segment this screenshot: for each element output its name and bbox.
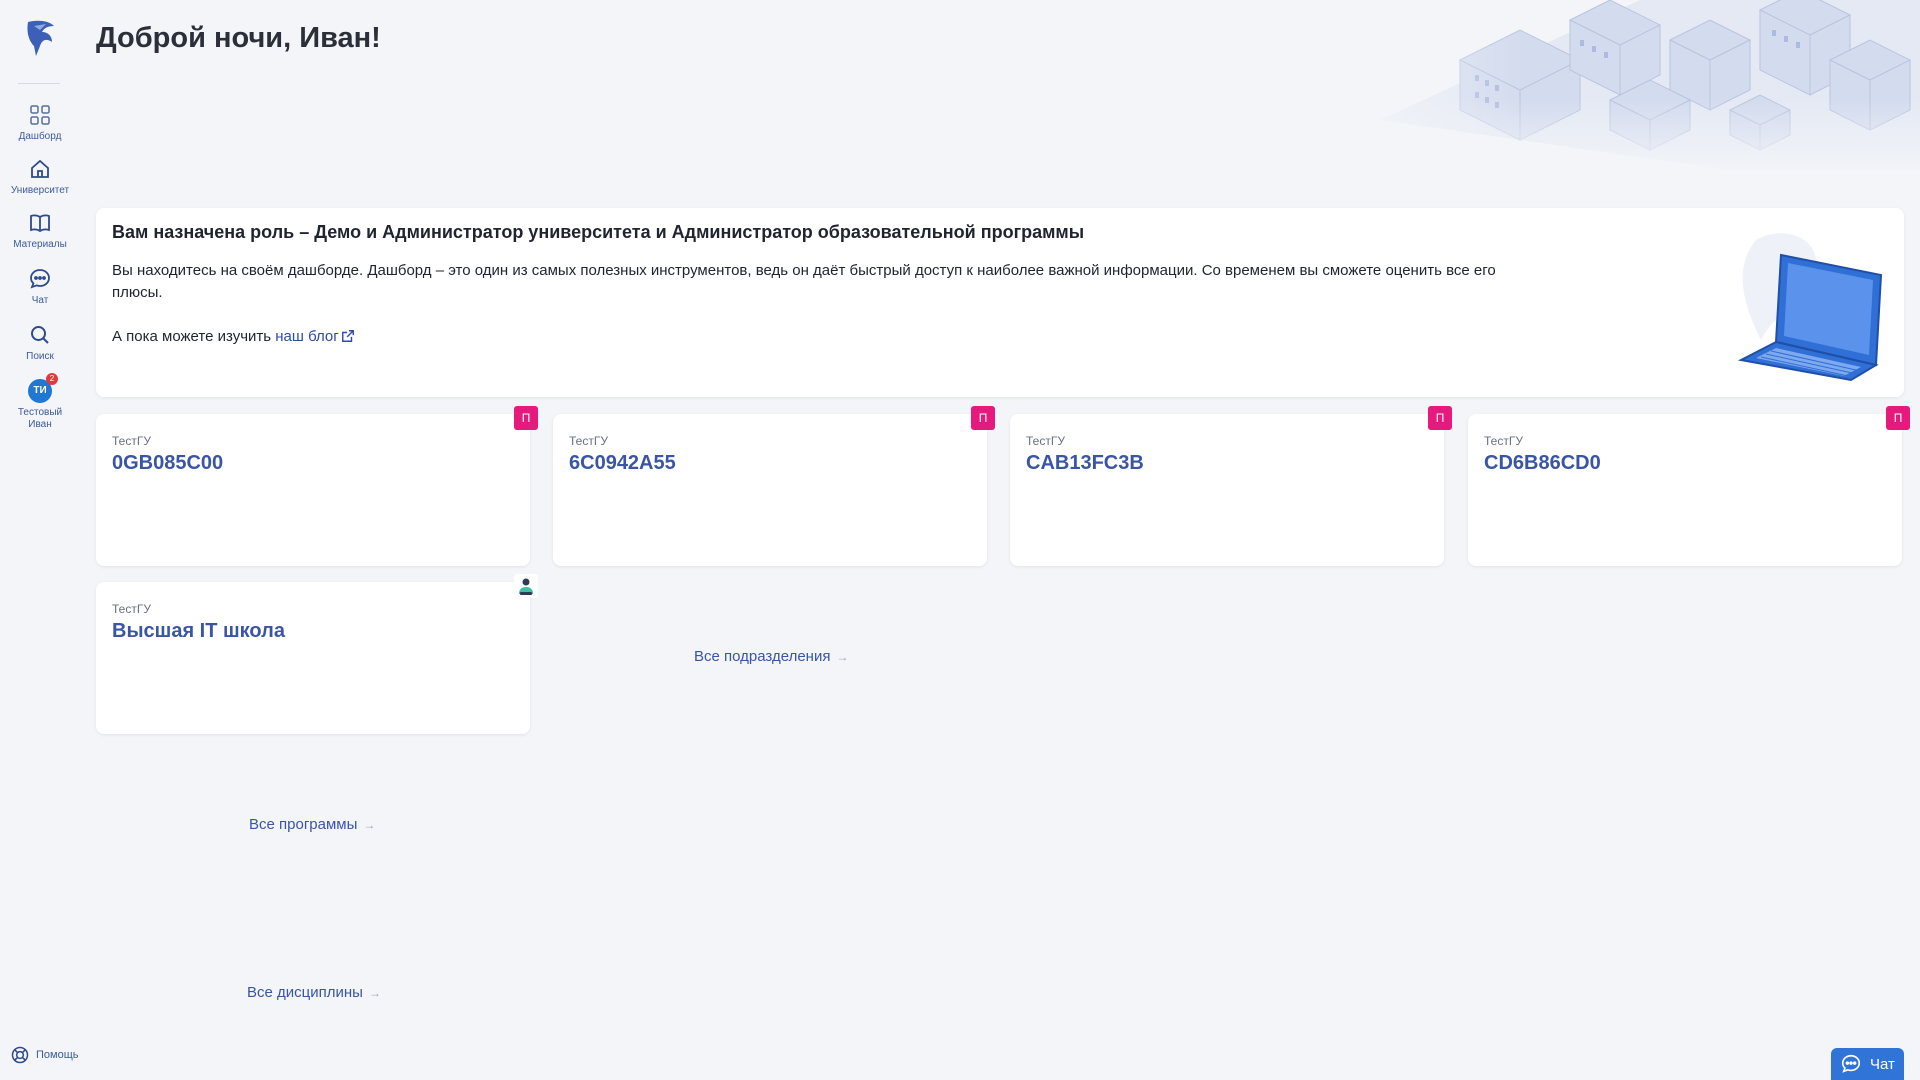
- arrow-right-icon: →: [836, 650, 849, 664]
- blog-invite: А пока можете изучить наш блог: [112, 326, 355, 348]
- sidebar-item-search[interactable]: Поиск: [0, 323, 80, 363]
- role-description: Вы находитесь на своём дашборде. Дашборд…: [112, 262, 1496, 301]
- sidebar-item-materials[interactable]: Материалы: [0, 211, 80, 251]
- person-icon: [514, 574, 538, 598]
- blog-link[interactable]: наш блог: [275, 328, 354, 345]
- sidebar-item-label: Материалы: [13, 239, 67, 250]
- sidebar-item-label: Университет: [10, 185, 70, 196]
- division-name: CAB13FC3B: [1026, 452, 1144, 474]
- sidebar-item-dashboard[interactable]: Дашборд: [0, 103, 80, 143]
- division-card[interactable]: ТестГУ Высшая IT школа: [96, 574, 538, 734]
- role-info-card: Вам назначена роль – Демо и Администрато…: [96, 208, 1904, 397]
- sidebar-item-label: Чат: [31, 295, 49, 306]
- sidebar: Дашборд Университет Материалы Чат Поиск …: [0, 0, 80, 1080]
- lifebuoy-icon: [11, 1046, 29, 1064]
- external-link-icon: [341, 330, 354, 342]
- avatar: ТИ 2: [28, 373, 58, 403]
- search-icon: [28, 323, 52, 347]
- chat-button-label: Чат: [1870, 1055, 1895, 1073]
- chat-icon: [1841, 1054, 1861, 1073]
- book-icon: [28, 211, 52, 235]
- division-university: ТестГУ: [112, 602, 151, 616]
- division-university: ТестГУ: [1484, 434, 1523, 448]
- chat-icon: [28, 267, 52, 291]
- grid-icon: [28, 103, 52, 127]
- division-name: 6C0942A55: [569, 452, 676, 474]
- division-card[interactable]: ТестГУ CD6B86CD0 П: [1468, 406, 1910, 566]
- division-university: ТестГУ: [112, 434, 151, 448]
- sidebar-item-profile[interactable]: ТИ 2 Тестовый Иван: [0, 373, 80, 431]
- sidebar-divider: [18, 83, 60, 84]
- sidebar-item-university[interactable]: Университет: [0, 157, 80, 197]
- all-disciplines-link[interactable]: Все дисциплины →: [247, 984, 381, 1001]
- hero-city-illustration: [1310, 0, 1920, 180]
- home-icon: [28, 157, 52, 181]
- sidebar-item-label: Дашборд: [18, 131, 62, 142]
- arrow-right-icon: →: [368, 986, 381, 1000]
- laptop-illustration: [1736, 230, 1886, 385]
- division-card[interactable]: ТестГУ 6C0942A55 П: [553, 406, 995, 566]
- program-tag-badge: П: [1428, 406, 1452, 430]
- role-title: Вам назначена роль – Демо и Администрато…: [112, 222, 1085, 242]
- program-tag-badge: П: [1886, 406, 1910, 430]
- help-button[interactable]: Помощь: [10, 1045, 79, 1065]
- blog-invite-text: А пока можете изучить: [112, 328, 272, 345]
- notification-badge: 2: [46, 373, 58, 385]
- sidebar-item-label: Поиск: [26, 351, 54, 362]
- all-divisions-link[interactable]: Все подразделения →: [694, 648, 848, 665]
- division-card[interactable]: ТестГУ CAB13FC3B П: [1010, 406, 1452, 566]
- user-name: Тестовый Иван: [17, 407, 63, 430]
- blog-link-label: наш блог: [275, 328, 339, 345]
- division-card[interactable]: ТестГУ 0GB085C00 П: [96, 406, 538, 566]
- program-tag-badge: П: [971, 406, 995, 430]
- division-name: 0GB085C00: [112, 452, 224, 474]
- division-name: Высшая IT школа: [112, 620, 285, 642]
- logo-icon[interactable]: [22, 18, 58, 58]
- division-university: ТестГУ: [1026, 434, 1065, 448]
- all-programs-label: Все программы: [249, 816, 358, 833]
- sidebar-item-chat[interactable]: Чат: [0, 267, 80, 307]
- all-programs-link[interactable]: Все программы →: [249, 816, 375, 833]
- all-disciplines-label: Все дисциплины: [247, 984, 363, 1001]
- page-title: Доброй ночи, Иван!: [96, 22, 381, 54]
- division-name: CD6B86CD0: [1484, 452, 1601, 474]
- help-label: Помощь: [36, 1049, 79, 1061]
- chat-widget-button[interactable]: Чат: [1831, 1048, 1904, 1080]
- arrow-right-icon: →: [363, 818, 376, 832]
- all-divisions-label: Все подразделения: [694, 648, 831, 665]
- division-university: ТестГУ: [569, 434, 608, 448]
- program-tag-badge: П: [514, 406, 538, 430]
